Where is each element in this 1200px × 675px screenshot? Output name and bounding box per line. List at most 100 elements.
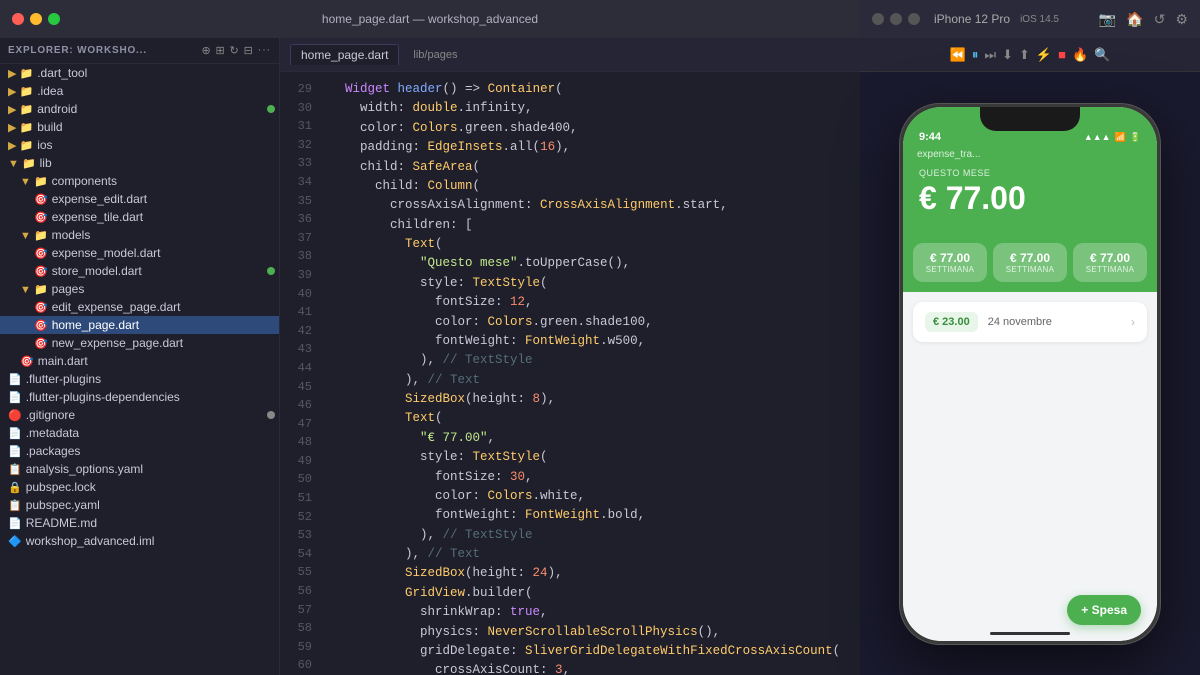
sidebar-item-metadata[interactable]: 📄 .metadata: [0, 424, 279, 442]
traffic-lights: [12, 13, 60, 25]
sidebar-item-label: .flutter-plugins-dependencies: [26, 390, 275, 404]
sidebar-item-label: build: [37, 120, 275, 134]
code-container[interactable]: 29 30 31 32 33 34 35 36 37 38 39 40 41 4…: [280, 72, 860, 675]
wifi-icon: ▲▲▲: [1084, 132, 1111, 142]
phone-ios-version: iOS 14.5: [1020, 14, 1059, 25]
app-cards-row: € 77.00 SETTIMANA € 77.00 SETTIMANA € 77…: [903, 233, 1157, 292]
folder-icon: ▼ 📁: [8, 157, 36, 170]
phone-toolbar: ⏪ ⏸ ⏭ ⬇ ⬆ ⚡ ■ 🔥 🔍: [860, 38, 1200, 72]
window-title: home_page.dart — workshop_advanced: [322, 12, 538, 26]
sidebar-item-new-expense-page[interactable]: 🎯 new_expense_page.dart: [0, 334, 279, 352]
expense-row[interactable]: € 23.00 24 novembre ›: [913, 302, 1147, 342]
sidebar-item-label: pubspec.yaml: [26, 498, 275, 512]
dart-file-icon: 🎯: [34, 211, 48, 224]
sidebar-item-label: home_page.dart: [52, 318, 275, 332]
fab-label: + Spesa: [1081, 603, 1127, 617]
screenshot-icon[interactable]: 📷: [1099, 11, 1116, 28]
sidebar-item-ios[interactable]: ▶ 📁 ios: [0, 136, 279, 154]
dart-file-icon: 🎯: [34, 301, 48, 314]
editor-tab[interactable]: home_page.dart: [290, 44, 399, 65]
sidebar-item-analysis-options[interactable]: 📋 analysis_options.yaml: [0, 460, 279, 478]
sidebar-item-flutter-plugins-deps[interactable]: 📄 .flutter-plugins-dependencies: [0, 388, 279, 406]
sidebar-item-label: main.dart: [38, 354, 275, 368]
card-settimana-3: € 77.00 SETTIMANA: [1073, 243, 1147, 282]
battery-icon: 🔋: [1130, 132, 1141, 143]
more-icon[interactable]: ···: [258, 44, 271, 57]
sidebar-item-store-model[interactable]: 🎯 store_model.dart: [0, 262, 279, 280]
sidebar-item-label: new_expense_page.dart: [52, 336, 275, 350]
title-bar: home_page.dart — workshop_advanced: [0, 0, 860, 38]
questo-mese-label: QUESTO MESE: [919, 168, 1141, 178]
sidebar-item-idea[interactable]: ▶ 📁 .idea: [0, 82, 279, 100]
editor-toolbar: home_page.dart lib/pages: [280, 38, 860, 72]
sidebar-item-lib[interactable]: ▼ 📁 lib: [0, 154, 279, 172]
fab-spesa-button[interactable]: + Spesa: [1067, 595, 1141, 625]
sidebar-item-label: analysis_options.yaml: [26, 462, 275, 476]
sidebar-item-dart-tool[interactable]: ▶ 📁 .dart_tool: [0, 64, 279, 82]
play-btn[interactable]: ⏸: [972, 47, 979, 63]
sidebar-item-components[interactable]: ▼ 📁 components: [0, 172, 279, 190]
expense-date: 24 novembre: [988, 316, 1131, 328]
sidebar-item-build[interactable]: ▶ 📁 build: [0, 118, 279, 136]
sidebar-item-pubspec-yaml[interactable]: 📋 pubspec.yaml: [0, 496, 279, 514]
iphone-screen: 9:44 ▲▲▲ 📶 🔋 expense_tra... QUESTO MESE …: [903, 107, 1157, 641]
step-out-btn[interactable]: ⬆: [1019, 47, 1030, 63]
explorer-header: EXPLORER: WORKSHO... ⊕ ⊞ ↻ ⊟ ···: [0, 38, 279, 64]
iphone-home-bar: [990, 632, 1070, 635]
sidebar-item-label: expense_tile.dart: [52, 210, 275, 224]
app-header: QUESTO MESE € 77.00: [903, 160, 1157, 233]
file-icon: 📄: [8, 427, 22, 440]
explorer-title: EXPLORER: WORKSHO...: [8, 45, 147, 56]
dart-file-icon: 🎯: [20, 355, 34, 368]
sidebar-item-gitignore[interactable]: 🔴 .gitignore: [0, 406, 279, 424]
maximize-button[interactable]: [48, 13, 60, 25]
file-explorer: EXPLORER: WORKSHO... ⊕ ⊞ ↻ ⊟ ··· ▶ 📁 .da…: [0, 38, 280, 675]
stop-btn[interactable]: ■: [1058, 47, 1066, 62]
sidebar-item-home-page[interactable]: 🎯 home_page.dart: [0, 316, 279, 334]
rotate-icon[interactable]: ↺: [1154, 11, 1166, 28]
step-over-btn[interactable]: ⏭: [984, 47, 996, 63]
sidebar-item-iml[interactable]: 🔷 workshop_advanced.iml: [0, 532, 279, 550]
sidebar-item-readme[interactable]: 📄 README.md: [0, 514, 279, 532]
restart-btn[interactable]: ⚡: [1036, 47, 1052, 63]
iml-file-icon: 🔷: [8, 535, 22, 548]
new-folder-icon[interactable]: ⊞: [216, 44, 226, 57]
sidebar-item-android[interactable]: ▶ 📁 android: [0, 100, 279, 118]
sidebar-item-label: workshop_advanced.iml: [26, 534, 275, 548]
code-text[interactable]: Widget header() => Container( width: dou…: [318, 72, 860, 675]
minimize-button[interactable]: [30, 13, 42, 25]
phone-panel-header: iPhone 12 Pro iOS 14.5 📷 🏠 ↺ ⚙: [860, 0, 1200, 38]
git-file-icon: 🔴: [8, 409, 22, 422]
close-button[interactable]: [12, 13, 24, 25]
folder-icon: ▼ 📁: [20, 175, 48, 188]
sidebar-item-main[interactable]: 🎯 main.dart: [0, 352, 279, 370]
iphone-device: 9:44 ▲▲▲ 📶 🔋 expense_tra... QUESTO MESE …: [900, 104, 1160, 644]
sidebar-item-label: android: [37, 102, 267, 116]
dart-file-icon: 🎯: [34, 193, 48, 206]
sidebar-item-pages[interactable]: ▼ 📁 pages: [0, 280, 279, 298]
home-icon[interactable]: 🏠: [1126, 11, 1143, 28]
new-file-icon[interactable]: ⊕: [201, 44, 211, 57]
folder-icon: ▼ 📁: [20, 283, 48, 296]
sidebar-item-expense-edit[interactable]: 🎯 expense_edit.dart: [0, 190, 279, 208]
sidebar-item-expense-model[interactable]: 🎯 expense_model.dart: [0, 244, 279, 262]
debug-btn[interactable]: ⏪: [950, 47, 966, 63]
dart-file-icon: 🎯: [34, 319, 48, 332]
sidebar-item-flutter-plugins[interactable]: 📄 .flutter-plugins: [0, 370, 279, 388]
explorer-actions: ⊕ ⊞ ↻ ⊟ ···: [201, 44, 271, 57]
yaml-file-icon: 📋: [8, 499, 22, 512]
hot-reload-btn[interactable]: 🔥: [1072, 47, 1088, 63]
sidebar-item-packages[interactable]: 📄 .packages: [0, 442, 279, 460]
phone-header-icons: 📷 🏠 ↺ ⚙: [1099, 11, 1188, 28]
collapse-icon[interactable]: ⊟: [244, 44, 254, 57]
sidebar-item-expense-tile[interactable]: 🎯 expense_tile.dart: [0, 208, 279, 226]
step-into-btn[interactable]: ⬇: [1002, 47, 1013, 63]
settings-icon[interactable]: ⚙: [1175, 11, 1188, 28]
sidebar-item-edit-expense-page[interactable]: 🎯 edit_expense_page.dart: [0, 298, 279, 316]
sidebar-item-pubspec-lock[interactable]: 🔒 pubspec.lock: [0, 478, 279, 496]
zoom-btn[interactable]: 🔍: [1094, 47, 1110, 63]
sidebar-item-models[interactable]: ▼ 📁 models: [0, 226, 279, 244]
change-indicator: [267, 105, 275, 113]
refresh-icon[interactable]: ↻: [230, 44, 240, 57]
card-settimana-1: € 77.00 SETTIMANA: [913, 243, 987, 282]
